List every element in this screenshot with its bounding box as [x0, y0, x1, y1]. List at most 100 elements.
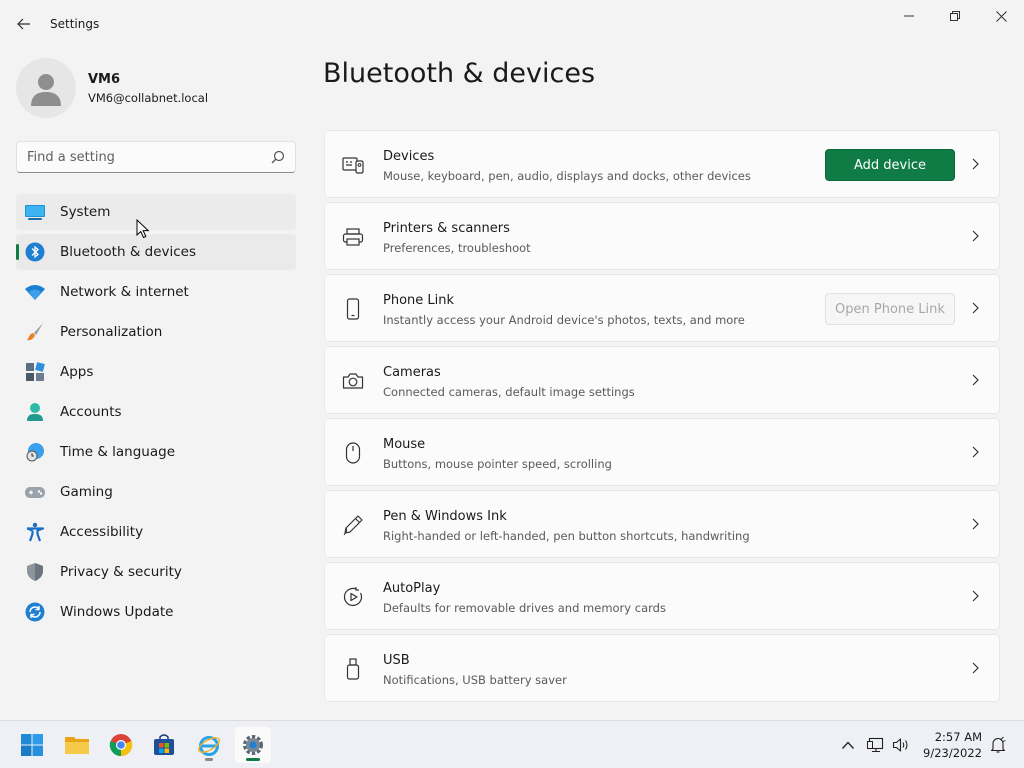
taskbar-store[interactable]: [146, 727, 182, 763]
bluetooth-icon: [24, 241, 46, 263]
sidebar-item-apps[interactable]: Apps: [16, 354, 296, 390]
add-device-button[interactable]: Add device: [825, 149, 955, 181]
close-button[interactable]: [978, 0, 1024, 32]
user-name: VM6: [88, 72, 121, 87]
card-cameras[interactable]: Cameras Connected cameras, default image…: [324, 346, 1000, 414]
usb-icon: [341, 657, 365, 681]
running-indicator: [246, 758, 260, 761]
taskbar-chrome[interactable]: [103, 727, 139, 763]
chrome-icon: [109, 734, 133, 757]
sidebar-item-label: Network & internet: [60, 284, 189, 300]
taskbar-settings[interactable]: [235, 727, 271, 763]
notification-center-button[interactable]: [988, 735, 1008, 755]
system-icon: [24, 201, 46, 223]
close-icon: [995, 10, 1007, 22]
card-devices[interactable]: Devices Mouse, keyboard, pen, audio, dis…: [324, 130, 1000, 198]
sidebar-item-label: Privacy & security: [60, 564, 182, 580]
open-phone-link-button[interactable]: Open Phone Link: [825, 293, 955, 325]
search-icon[interactable]: [271, 150, 285, 164]
globe-clock-icon: [24, 441, 46, 463]
printer-icon: [341, 225, 365, 249]
chevron-right-icon: [972, 158, 979, 170]
shield-icon: [24, 561, 46, 583]
sidebar-item-windows-update[interactable]: Windows Update: [16, 594, 296, 630]
accessibility-icon: [24, 521, 46, 543]
card-mouse[interactable]: Mouse Buttons, mouse pointer speed, scro…: [324, 418, 1000, 486]
sidebar-item-label: Accessibility: [60, 524, 144, 540]
sidebar-item-label: Windows Update: [60, 604, 174, 620]
mouse-icon: [341, 441, 365, 465]
search-box[interactable]: [16, 141, 296, 173]
settings-icon: [243, 735, 263, 755]
chevron-right-icon: [972, 374, 979, 386]
app-title: Settings: [50, 17, 100, 31]
start-button[interactable]: [14, 727, 50, 763]
card-description: Defaults for removable drives and memory…: [383, 601, 666, 615]
chevron-up-icon: [842, 741, 854, 749]
card-title: Printers & scanners: [383, 221, 510, 236]
phone-icon: [341, 297, 365, 321]
sidebar-item-bluetooth-devices[interactable]: Bluetooth & devices: [16, 234, 296, 270]
card-title: AutoPlay: [383, 581, 441, 596]
sidebar-item-system[interactable]: System: [16, 194, 296, 230]
card-description: Notifications, USB battery saver: [383, 673, 567, 687]
page-title: Bluetooth & devices: [323, 58, 596, 89]
autoplay-icon: [341, 585, 365, 609]
gamepad-icon: [24, 481, 46, 503]
sidebar-item-time-language[interactable]: Time & language: [16, 434, 296, 470]
user-email: VM6@collabnet.local: [88, 91, 209, 105]
taskbar-internet-explorer[interactable]: [191, 727, 227, 763]
chevron-right-icon: [972, 662, 979, 674]
sidebar-item-privacy-security[interactable]: Privacy & security: [16, 554, 296, 590]
card-title: Cameras: [383, 365, 441, 380]
minimize-button[interactable]: [886, 0, 932, 32]
back-button[interactable]: [8, 10, 40, 38]
sidebar-item-label: Apps: [60, 364, 94, 380]
chevron-right-icon: [972, 230, 979, 242]
store-icon: [154, 734, 174, 755]
sidebar-item-personalization[interactable]: Personalization: [16, 314, 296, 350]
taskbar-file-explorer[interactable]: [59, 727, 95, 763]
back-arrow-icon: [17, 18, 30, 30]
sidebar-item-accounts[interactable]: Accounts: [16, 394, 296, 430]
sidebar-item-accessibility[interactable]: Accessibility: [16, 514, 296, 550]
avatar[interactable]: [16, 58, 76, 118]
maximize-button[interactable]: [932, 0, 978, 32]
sidebar-item-label: Gaming: [60, 484, 113, 500]
search-input[interactable]: [27, 147, 257, 167]
volume-icon: [892, 738, 908, 752]
maximize-icon: [950, 11, 960, 21]
tray-network[interactable]: [866, 735, 886, 755]
card-title: Mouse: [383, 437, 426, 452]
apps-icon: [24, 361, 46, 383]
card-description: Connected cameras, default image setting…: [383, 385, 635, 399]
file-explorer-icon: [65, 737, 89, 754]
tray-chevron[interactable]: [838, 735, 858, 755]
chevron-right-icon: [972, 590, 979, 602]
clock-time: 2:57 AM: [934, 730, 982, 744]
tray-volume[interactable]: [891, 735, 911, 755]
card-pen-windows-ink[interactable]: Pen & Windows Ink Right-handed or left-h…: [324, 490, 1000, 558]
card-phone-link[interactable]: Phone Link Instantly access your Android…: [324, 274, 1000, 342]
title-bar: Settings: [0, 0, 1024, 48]
chevron-right-icon: [972, 446, 979, 458]
card-title: Phone Link: [383, 293, 455, 308]
pen-icon: [341, 513, 365, 537]
card-title: Devices: [383, 149, 435, 164]
card-description: Instantly access your Android device's p…: [383, 313, 745, 327]
sidebar-nav: System Bluetooth & devices Network & int…: [16, 194, 296, 634]
internet-explorer-icon: [198, 736, 220, 756]
sidebar-item-gaming[interactable]: Gaming: [16, 474, 296, 510]
card-printers-scanners[interactable]: Printers & scanners Preferences, trouble…: [324, 202, 1000, 270]
sidebar-item-label: System: [60, 204, 111, 220]
camera-icon: [341, 369, 365, 393]
network-icon: [867, 737, 884, 753]
minimize-icon: [904, 15, 914, 17]
card-autoplay[interactable]: AutoPlay Defaults for removable drives a…: [324, 562, 1000, 630]
card-usb[interactable]: USB Notifications, USB battery saver: [324, 634, 1000, 702]
mouse-cursor-icon: [136, 219, 150, 239]
sidebar-item-network[interactable]: Network & internet: [16, 274, 296, 310]
card-description: Right-handed or left-handed, pen button …: [383, 529, 750, 543]
wifi-icon: [24, 281, 46, 303]
taskbar-clock[interactable]: 2:57 AM 9/23/2022: [912, 729, 982, 761]
